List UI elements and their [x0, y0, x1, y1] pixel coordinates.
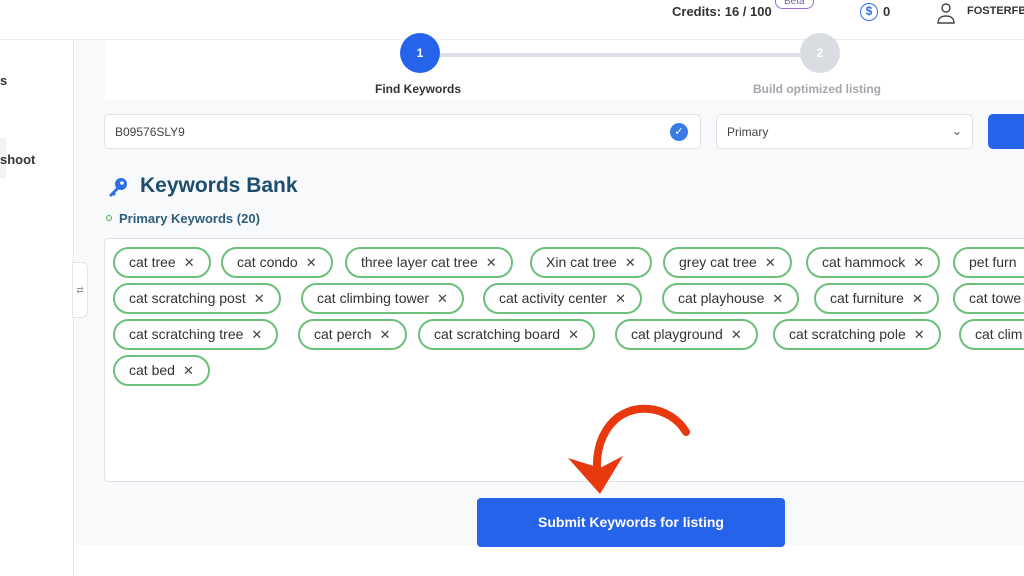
red-arrow-annotation [568, 404, 690, 494]
